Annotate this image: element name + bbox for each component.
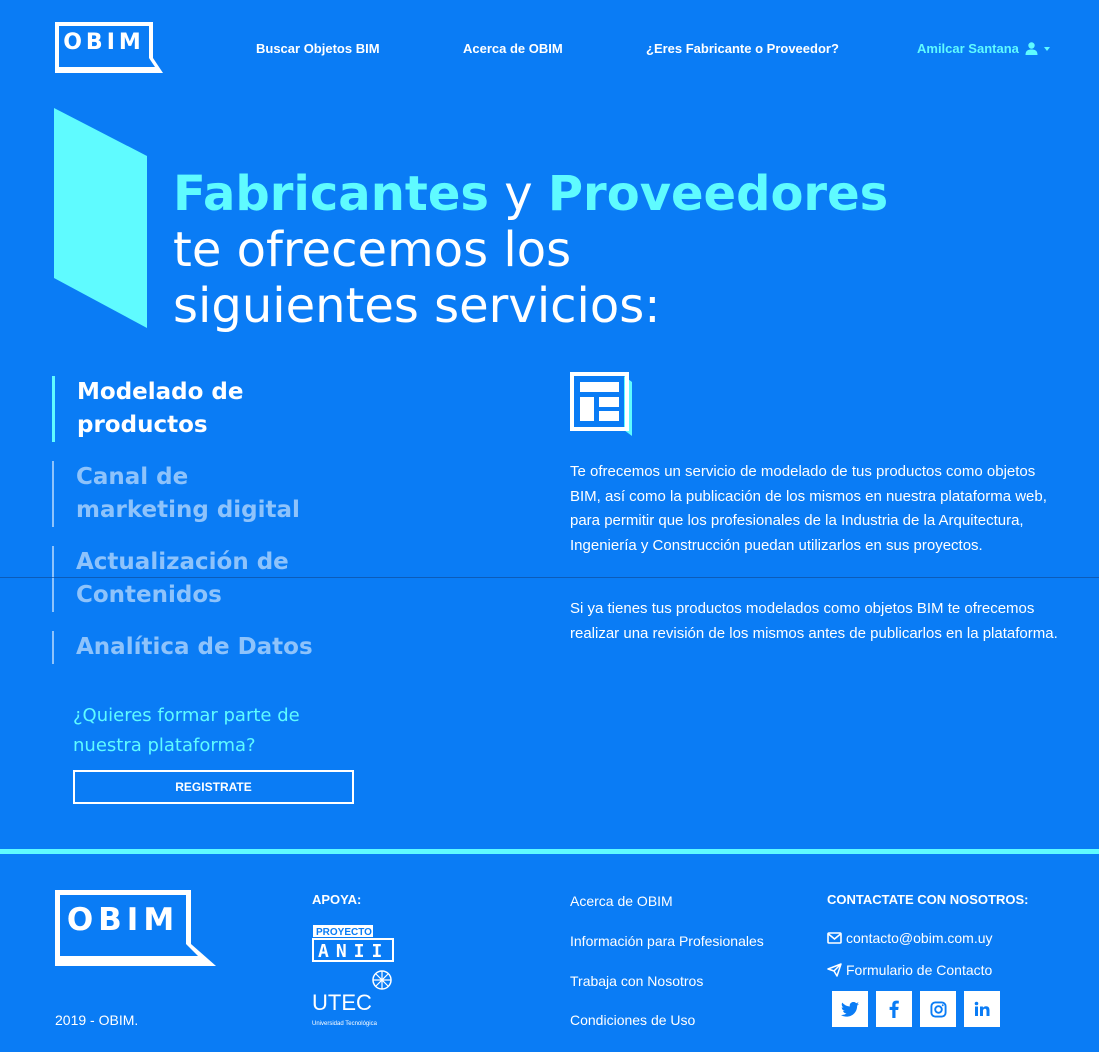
contact-email[interactable]: contacto@obim.com.uy	[827, 930, 993, 946]
hero-highlight-fabricantes: Fabricantes	[173, 166, 489, 222]
nav-about[interactable]: Acerca de OBIM	[463, 41, 563, 56]
twitter-button[interactable]	[832, 991, 868, 1027]
header-logo-text: OBIM	[63, 29, 145, 55]
service-tab-label: Analítica de Datos	[76, 634, 313, 660]
service-tab-label: productos	[77, 412, 208, 438]
service-description-1: Te ofrecemos un servicio de modelado de …	[570, 463, 1047, 554]
envelope-icon	[827, 932, 842, 944]
service-tab-actualizacion[interactable]: Actualización de Contenidos	[52, 546, 372, 612]
utec-logo: UTEC Universidad Tecnológica	[312, 970, 392, 1027]
divider	[0, 577, 1099, 578]
service-tab-label: Canal de	[76, 464, 189, 490]
layout-grid-icon	[570, 372, 632, 436]
hero-title-line-1: Fabricantes y Proveedores	[173, 170, 888, 218]
footer-link-about[interactable]: Acerca de OBIM	[570, 893, 673, 909]
header-logo[interactable]: OBIM	[55, 22, 153, 62]
nav-search-bim[interactable]: Buscar Objetos BIM	[256, 41, 380, 56]
register-button[interactable]: REGISTRATE	[73, 770, 354, 804]
user-name: Amilcar Santana	[917, 41, 1019, 56]
footer-link-professionals[interactable]: Información para Profesionales	[570, 933, 764, 949]
paper-plane-icon	[827, 963, 842, 977]
service-tab-label: marketing digital	[76, 497, 300, 523]
facebook-icon	[889, 1000, 899, 1018]
hero-highlight-proveedores: Proveedores	[547, 166, 889, 222]
footer-top-border	[0, 849, 1099, 854]
service-tab-label: Actualización de	[76, 549, 289, 575]
hero-decorative-shape	[54, 108, 147, 328]
join-prompt-line: ¿Quieres formar parte de	[73, 705, 300, 726]
chevron-down-icon	[1043, 46, 1050, 51]
service-tab-label: Modelado de	[77, 379, 244, 405]
header-logo-tail	[55, 58, 163, 73]
anii-logo: PROYECTO ANII	[312, 925, 394, 962]
footer-logo-text: OBIM	[66, 902, 180, 938]
service-tab-label: Contenidos	[76, 582, 222, 608]
contact-email-text: contacto@obim.com.uy	[846, 930, 993, 946]
service-tab-modelado[interactable]: Modelado de productos	[52, 376, 372, 442]
instagram-button[interactable]	[920, 991, 956, 1027]
hero-connector: y	[488, 166, 548, 222]
anii-bottom-text: ANII	[318, 941, 389, 962]
nav-manufacturer[interactable]: ¿Eres Fabricante o Proveedor?	[646, 41, 839, 56]
contact-form-text: Formulario de Contacto	[846, 962, 993, 978]
apoya-title: APOYA:	[312, 892, 362, 907]
contact-title: CONTACTATE CON NOSOTROS:	[827, 892, 1029, 907]
linkedin-icon	[974, 1001, 990, 1016]
twitter-icon	[841, 1001, 859, 1017]
footer-link-jobs[interactable]: Trabaja con Nosotros	[570, 973, 703, 989]
instagram-icon	[929, 1000, 947, 1018]
footer-link-terms[interactable]: Condiciones de Uso	[570, 1012, 695, 1028]
anii-top-text: PROYECTO	[316, 927, 372, 938]
facebook-button[interactable]	[876, 991, 912, 1027]
linkedin-button[interactable]	[964, 991, 1000, 1027]
contact-form-link[interactable]: Formulario de Contacto	[827, 962, 992, 978]
join-prompt-line: nuestra plataforma?	[73, 735, 256, 756]
user-menu[interactable]: Amilcar Santana	[917, 41, 1050, 56]
hero-title-line-2: te ofrecemos los	[173, 222, 572, 278]
footer-logo-tail	[55, 944, 216, 966]
user-icon	[1025, 42, 1038, 55]
service-description-2: Si ya tienes tus productos modelados com…	[570, 600, 1058, 642]
utec-name: UTEC	[312, 990, 372, 1015]
copyright: 2019 - OBIM.	[55, 1012, 139, 1028]
service-tab-marketing[interactable]: Canal de marketing digital	[52, 461, 372, 527]
footer-logo[interactable]: OBIM	[55, 890, 191, 950]
hero-title-line-3: siguientes servicios:	[173, 278, 661, 334]
join-prompt: ¿Quieres formar parte de nuestra platafo…	[73, 701, 353, 761]
utec-sub: Universidad Tecnológica	[312, 1021, 378, 1027]
service-tab-analitica[interactable]: Analítica de Datos	[52, 631, 372, 664]
